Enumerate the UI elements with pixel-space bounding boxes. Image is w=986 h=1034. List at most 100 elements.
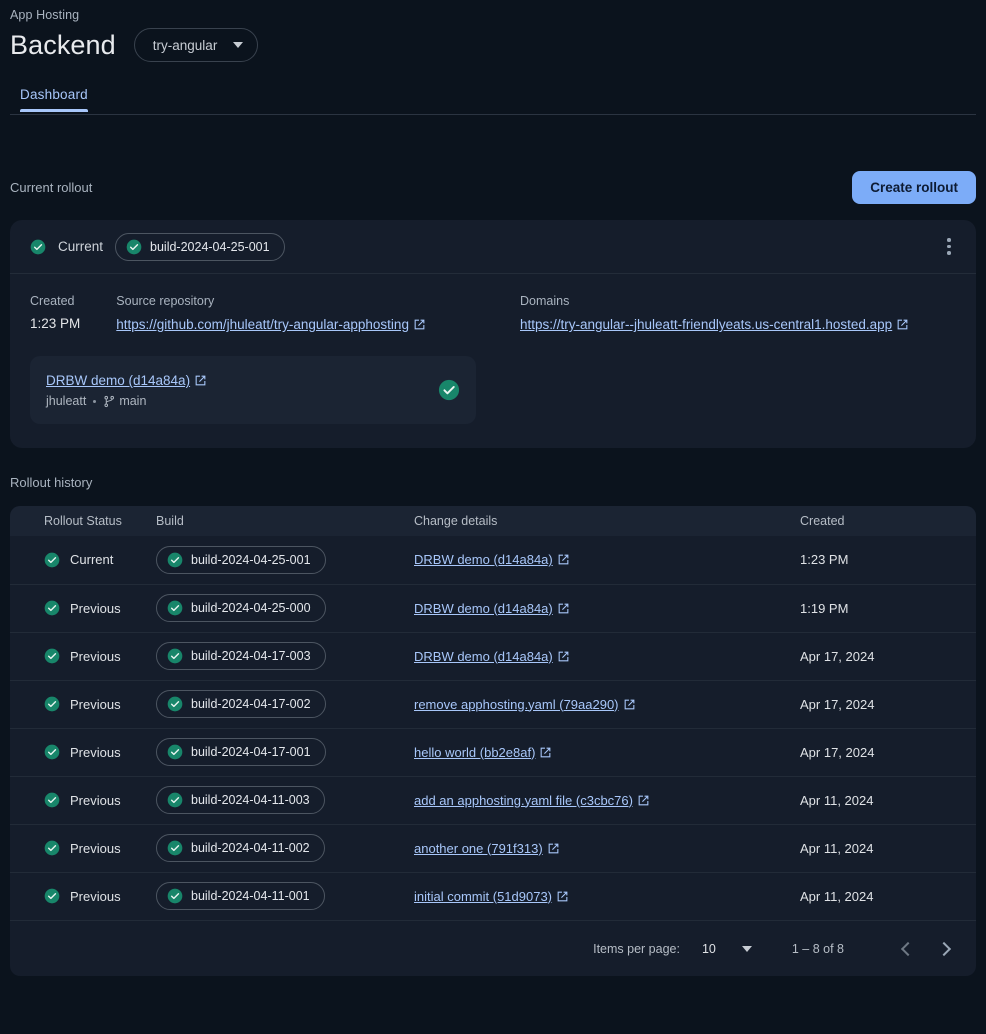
project-selector[interactable]: try-angular [133, 28, 259, 62]
external-link-icon [557, 891, 568, 902]
table-row: Previous build-2024-04-17-002 remove appho… [10, 679, 976, 728]
row-build-chip[interactable]: build-2024-04-17-002 [156, 690, 326, 718]
row-change-link[interactable]: hello world (bb2e8af) [414, 745, 552, 760]
cell-change-details: another one (791f313) [414, 823, 800, 872]
breadcrumb: App Hosting [10, 8, 80, 22]
table-row: Previous build-2024-04-11-002 another one … [10, 823, 976, 872]
source-repository-field: Source repository https://github.com/jhu… [116, 294, 426, 334]
domain-link[interactable]: https://try-angular--jhuleatt-friendlyea… [520, 317, 909, 332]
cell-rollout-status: Previous [10, 679, 156, 728]
items-per-page-select[interactable]: 10 [702, 942, 752, 956]
cell-change-details: DRBW demo (d14a84a) [414, 583, 800, 632]
cell-rollout-status: Previous [10, 871, 156, 920]
column-header-change-details: Change details [414, 506, 800, 536]
commit-info: DRBW demo (d14a84a) jhuleatt main [46, 372, 207, 408]
row-build-label: build-2024-04-17-003 [191, 649, 311, 663]
cell-build: build-2024-04-17-002 [156, 679, 414, 728]
created-label: Created [30, 294, 75, 308]
rollout-history-label: Rollout history [10, 475, 93, 490]
row-change-link[interactable]: another one (791f313) [414, 841, 560, 856]
kebab-dot [947, 244, 951, 249]
create-rollout-button[interactable]: Create rollout [852, 171, 976, 204]
cell-rollout-status: Previous [10, 775, 156, 824]
row-build-chip[interactable]: build-2024-04-11-003 [156, 786, 325, 814]
check-circle-icon [44, 600, 60, 616]
row-build-chip[interactable]: build-2024-04-17-001 [156, 738, 326, 766]
page-header: App Hosting Backend try-angular Dashboar… [0, 0, 986, 115]
row-change-link[interactable]: DRBW demo (d14a84a) [414, 649, 570, 664]
chevron-down-icon [233, 42, 244, 48]
cell-rollout-status: Previous [10, 631, 156, 680]
row-build-chip[interactable]: build-2024-04-17-003 [156, 642, 326, 670]
cell-build: build-2024-04-11-001 [156, 871, 414, 920]
column-header-created: Created [800, 506, 976, 536]
commit-card: DRBW demo (d14a84a) jhuleatt main [30, 356, 476, 424]
items-per-page-value: 10 [701, 941, 716, 956]
cell-change-details: hello world (bb2e8af) [414, 727, 800, 776]
current-rollout-build-chip[interactable]: build-2024-04-25-001 [115, 232, 285, 261]
row-build-chip[interactable]: build-2024-04-11-001 [156, 882, 325, 911]
row-change-label: remove apphosting.yaml (79aa290) [414, 696, 619, 712]
check-circle-icon [167, 600, 183, 616]
cell-rollout-status: Previous [10, 727, 156, 776]
cell-build: build-2024-04-11-003 [156, 775, 414, 824]
commit-branch-group: main [103, 394, 146, 408]
cell-created: Apr 11, 2024 [800, 775, 976, 824]
rollout-meta-left: Created 1:23 PM Source repository https:… [30, 294, 520, 334]
row-change-link[interactable]: add an apphosting.yaml file (c3cbc76) [414, 793, 650, 808]
row-build-chip[interactable]: build-2024-04-25-001 [156, 545, 326, 574]
check-circle-icon [30, 239, 46, 254]
external-link-icon [414, 319, 425, 330]
current-rollout-status: Current [58, 239, 104, 254]
tab-dashboard[interactable]: Dashboard [20, 87, 88, 112]
domains-field: Domains https://try-angular--jhuleatt-fr… [520, 294, 909, 334]
paginator: Items per page: 10 1 – 8 of 8 [10, 920, 976, 976]
row-build-chip[interactable]: build-2024-04-25-000 [156, 594, 326, 622]
cell-build: build-2024-04-25-000 [156, 583, 414, 632]
cell-build: build-2024-04-25-001 [156, 536, 414, 584]
check-circle-icon [126, 239, 142, 254]
source-repository-url: https://github.com/jhuleatt/try-angular-… [116, 317, 409, 332]
row-change-label: hello world (bb2e8af) [414, 744, 536, 760]
cell-created: Apr 17, 2024 [800, 679, 976, 728]
check-circle-icon [167, 792, 183, 808]
source-repository-link[interactable]: https://github.com/jhuleatt/try-angular-… [116, 317, 426, 332]
check-circle-icon [44, 648, 60, 664]
domain-url: https://try-angular--jhuleatt-friendlyea… [520, 317, 893, 332]
kebab-dot [947, 251, 951, 255]
row-build-chip[interactable]: build-2024-04-11-002 [156, 834, 325, 862]
cell-build: build-2024-04-11-002 [156, 823, 414, 872]
check-circle-icon [167, 552, 183, 568]
commit-link[interactable]: DRBW demo (d14a84a) [46, 373, 207, 388]
row-status-label: Previous [70, 600, 121, 616]
cell-change-details: initial commit (51d9073) [414, 871, 800, 920]
more-options-icon[interactable] [936, 230, 962, 264]
row-status-label: Previous [70, 744, 121, 760]
row-change-label: add an apphosting.yaml file (c3cbc76) [414, 792, 633, 808]
row-build-label: build-2024-04-11-001 [191, 889, 310, 904]
created-value: 1:23 PM [30, 316, 81, 331]
current-rollout-card: Current build-2024-04-25-001 Created 1:2… [10, 220, 976, 448]
current-rollout-label: Current rollout [10, 180, 93, 195]
cell-created: 1:19 PM [800, 583, 976, 632]
cell-created: Apr 17, 2024 [800, 631, 976, 680]
table-head: Rollout Status Build Change details Crea… [10, 506, 976, 536]
row-change-label: DRBW demo (d14a84a) [414, 648, 553, 664]
commit-title: DRBW demo (d14a84a) [46, 373, 191, 388]
cell-change-details: remove apphosting.yaml (79aa290) [414, 679, 800, 728]
row-change-link[interactable]: remove apphosting.yaml (79aa290) [414, 697, 636, 712]
cell-change-details: DRBW demo (d14a84a) [414, 631, 800, 680]
build-chip-label: build-2024-04-25-001 [150, 239, 270, 254]
row-change-label: DRBW demo (d14a84a) [414, 552, 553, 568]
check-circle-icon [167, 888, 183, 904]
check-circle-icon [44, 840, 60, 856]
external-link-icon [195, 375, 206, 386]
chevron-left-icon [900, 941, 916, 956]
row-change-link[interactable]: initial commit (51d9073) [414, 889, 569, 904]
row-build-label: build-2024-04-11-002 [191, 841, 310, 855]
row-change-link[interactable]: DRBW demo (d14a84a) [414, 552, 570, 567]
row-change-link[interactable]: DRBW demo (d14a84a) [414, 601, 570, 616]
next-page-button[interactable] [926, 931, 962, 967]
table-row: Previous build-2024-04-11-003 add an appho… [10, 775, 976, 824]
previous-page-button[interactable] [890, 931, 926, 967]
